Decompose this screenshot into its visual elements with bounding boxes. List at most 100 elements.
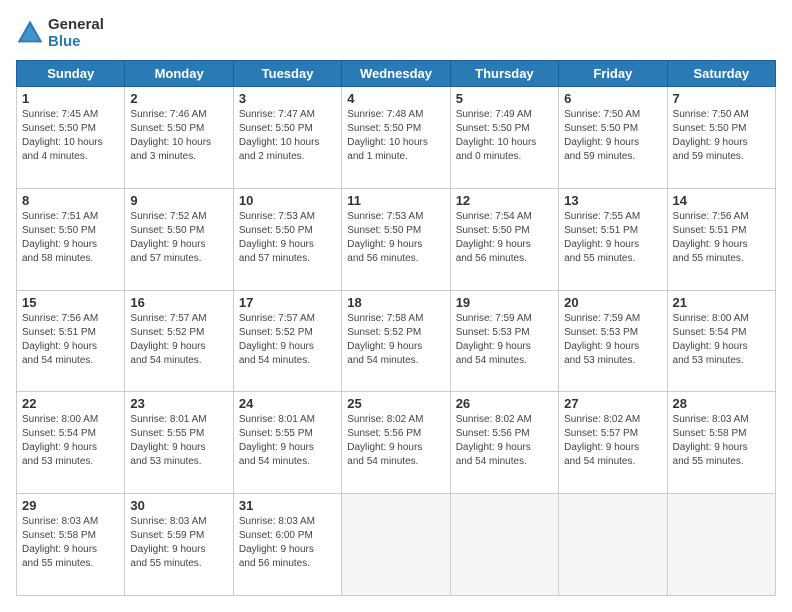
calendar-header-saturday: Saturday <box>667 61 775 87</box>
day-number: 6 <box>564 91 661 106</box>
day-info: Sunrise: 7:50 AMSunset: 5:50 PMDaylight:… <box>673 108 770 164</box>
logo: General Blue <box>16 16 104 50</box>
day-number: 17 <box>239 295 336 310</box>
calendar-row: 15 Sunrise: 7:56 AMSunset: 5:51 PMDayligh… <box>17 290 776 392</box>
day-info: Sunrise: 7:48 AMSunset: 5:50 PMDaylight:… <box>347 108 444 164</box>
day-number: 23 <box>130 396 227 411</box>
calendar-header-row: SundayMondayTuesdayWednesdayThursdayFrid… <box>17 61 776 87</box>
table-row: 27 Sunrise: 8:02 AMSunset: 5:57 PMDayligh… <box>559 392 667 494</box>
day-number: 30 <box>130 498 227 513</box>
day-number: 2 <box>130 91 227 106</box>
table-row: 30 Sunrise: 8:03 AMSunset: 5:59 PMDayligh… <box>125 494 233 596</box>
logo-icon <box>16 19 44 47</box>
day-number: 27 <box>564 396 661 411</box>
table-row: 8Sunrise: 7:51 AMSunset: 5:50 PMDaylight… <box>17 188 125 290</box>
day-number: 16 <box>130 295 227 310</box>
page: General Blue SundayMondayTuesdayWednesda… <box>0 0 792 612</box>
day-info: Sunrise: 7:56 AMSunset: 5:51 PMDaylight:… <box>22 312 119 368</box>
day-info: Sunrise: 8:02 AMSunset: 5:56 PMDaylight:… <box>456 413 553 469</box>
day-info: Sunrise: 7:57 AMSunset: 5:52 PMDaylight:… <box>239 312 336 368</box>
table-row: 12 Sunrise: 7:54 AMSunset: 5:50 PMDayligh… <box>450 188 558 290</box>
table-row: 24 Sunrise: 8:01 AMSunset: 5:55 PMDayligh… <box>233 392 341 494</box>
table-row <box>667 494 775 596</box>
table-row: 4 Sunrise: 7:48 AMSunset: 5:50 PMDaylight… <box>342 87 450 189</box>
day-info: Sunrise: 7:59 AMSunset: 5:53 PMDaylight:… <box>564 312 661 368</box>
day-number: 12 <box>456 193 553 208</box>
day-info: Sunrise: 8:03 AMSunset: 5:58 PMDaylight:… <box>22 515 119 571</box>
logo-text: General Blue <box>48 16 104 50</box>
calendar-row: 29 Sunrise: 8:03 AMSunset: 5:58 PMDayligh… <box>17 494 776 596</box>
day-number: 7 <box>673 91 770 106</box>
day-info: Sunrise: 7:54 AMSunset: 5:50 PMDaylight:… <box>456 210 553 266</box>
day-info: Sunrise: 8:01 AMSunset: 5:55 PMDaylight:… <box>239 413 336 469</box>
day-info: Sunrise: 8:00 AMSunset: 5:54 PMDaylight:… <box>22 413 119 469</box>
table-row: 7 Sunrise: 7:50 AMSunset: 5:50 PMDaylight… <box>667 87 775 189</box>
table-row: 6 Sunrise: 7:50 AMSunset: 5:50 PMDaylight… <box>559 87 667 189</box>
table-row: 18 Sunrise: 7:58 AMSunset: 5:52 PMDayligh… <box>342 290 450 392</box>
day-number: 29 <box>22 498 119 513</box>
table-row: 5Sunrise: 7:49 AMSunset: 5:50 PMDaylight… <box>450 87 558 189</box>
table-row: 25Sunrise: 8:02 AMSunset: 5:56 PMDayligh… <box>342 392 450 494</box>
table-row: 11 Sunrise: 7:53 AMSunset: 5:50 PMDayligh… <box>342 188 450 290</box>
day-number: 1 <box>22 91 119 106</box>
header: General Blue <box>16 16 776 50</box>
day-number: 20 <box>564 295 661 310</box>
day-number: 21 <box>673 295 770 310</box>
day-info: Sunrise: 7:47 AMSunset: 5:50 PMDaylight:… <box>239 108 336 164</box>
day-number: 4 <box>347 91 444 106</box>
day-info: Sunrise: 8:02 AMSunset: 5:57 PMDaylight:… <box>564 413 661 469</box>
day-info: Sunrise: 7:57 AMSunset: 5:52 PMDaylight:… <box>130 312 227 368</box>
table-row: 13 Sunrise: 7:55 AMSunset: 5:51 PMDayligh… <box>559 188 667 290</box>
day-number: 11 <box>347 193 444 208</box>
table-row: 31 Sunrise: 8:03 AMSunset: 6:00 PMDayligh… <box>233 494 341 596</box>
table-row: 15 Sunrise: 7:56 AMSunset: 5:51 PMDayligh… <box>17 290 125 392</box>
day-info: Sunrise: 8:03 AMSunset: 6:00 PMDaylight:… <box>239 515 336 571</box>
calendar-table: SundayMondayTuesdayWednesdayThursdayFrid… <box>16 60 776 596</box>
table-row: 9 Sunrise: 7:52 AMSunset: 5:50 PMDaylight… <box>125 188 233 290</box>
day-info: Sunrise: 7:46 AMSunset: 5:50 PMDaylight:… <box>130 108 227 164</box>
day-number: 18 <box>347 295 444 310</box>
day-info: Sunrise: 7:58 AMSunset: 5:52 PMDaylight:… <box>347 312 444 368</box>
table-row: 22 Sunrise: 8:00 AMSunset: 5:54 PMDayligh… <box>17 392 125 494</box>
calendar-header-sunday: Sunday <box>17 61 125 87</box>
calendar-row: 1 Sunrise: 7:45 AMSunset: 5:50 PMDaylight… <box>17 87 776 189</box>
day-number: 31 <box>239 498 336 513</box>
day-info: Sunrise: 7:53 AMSunset: 5:50 PMDaylight:… <box>347 210 444 266</box>
day-number: 22 <box>22 396 119 411</box>
day-number: 9 <box>130 193 227 208</box>
table-row: 20 Sunrise: 7:59 AMSunset: 5:53 PMDayligh… <box>559 290 667 392</box>
day-info: Sunrise: 7:59 AMSunset: 5:53 PMDaylight:… <box>456 312 553 368</box>
calendar-header-wednesday: Wednesday <box>342 61 450 87</box>
table-row: 29 Sunrise: 8:03 AMSunset: 5:58 PMDayligh… <box>17 494 125 596</box>
calendar-row: 22 Sunrise: 8:00 AMSunset: 5:54 PMDayligh… <box>17 392 776 494</box>
day-number: 13 <box>564 193 661 208</box>
day-number: 10 <box>239 193 336 208</box>
day-info: Sunrise: 7:50 AMSunset: 5:50 PMDaylight:… <box>564 108 661 164</box>
day-info: Sunrise: 7:56 AMSunset: 5:51 PMDaylight:… <box>673 210 770 266</box>
day-number: 24 <box>239 396 336 411</box>
table-row <box>450 494 558 596</box>
day-info: Sunrise: 7:45 AMSunset: 5:50 PMDaylight:… <box>22 108 119 164</box>
day-info: Sunrise: 8:00 AMSunset: 5:54 PMDaylight:… <box>673 312 770 368</box>
calendar-header-tuesday: Tuesday <box>233 61 341 87</box>
table-row: 26 Sunrise: 8:02 AMSunset: 5:56 PMDayligh… <box>450 392 558 494</box>
table-row: 14 Sunrise: 7:56 AMSunset: 5:51 PMDayligh… <box>667 188 775 290</box>
day-number: 19 <box>456 295 553 310</box>
table-row: 3 Sunrise: 7:47 AMSunset: 5:50 PMDaylight… <box>233 87 341 189</box>
day-info: Sunrise: 7:53 AMSunset: 5:50 PMDaylight:… <box>239 210 336 266</box>
day-info: Sunrise: 7:55 AMSunset: 5:51 PMDaylight:… <box>564 210 661 266</box>
day-number: 3 <box>239 91 336 106</box>
table-row: 19 Sunrise: 7:59 AMSunset: 5:53 PMDayligh… <box>450 290 558 392</box>
day-info: Sunrise: 8:02 AMSunset: 5:56 PMDaylight:… <box>347 413 444 469</box>
day-info: Sunrise: 7:49 AMSunset: 5:50 PMDaylight:… <box>456 108 553 164</box>
day-info: Sunrise: 7:51 AMSunset: 5:50 PMDaylight:… <box>22 210 119 266</box>
day-info: Sunrise: 8:03 AMSunset: 5:59 PMDaylight:… <box>130 515 227 571</box>
calendar-header-monday: Monday <box>125 61 233 87</box>
day-number: 15 <box>22 295 119 310</box>
table-row: 1 Sunrise: 7:45 AMSunset: 5:50 PMDaylight… <box>17 87 125 189</box>
table-row: 2 Sunrise: 7:46 AMSunset: 5:50 PMDaylight… <box>125 87 233 189</box>
table-row: 16 Sunrise: 7:57 AMSunset: 5:52 PMDayligh… <box>125 290 233 392</box>
day-number: 14 <box>673 193 770 208</box>
day-number: 26 <box>456 396 553 411</box>
day-info: Sunrise: 7:52 AMSunset: 5:50 PMDaylight:… <box>130 210 227 266</box>
